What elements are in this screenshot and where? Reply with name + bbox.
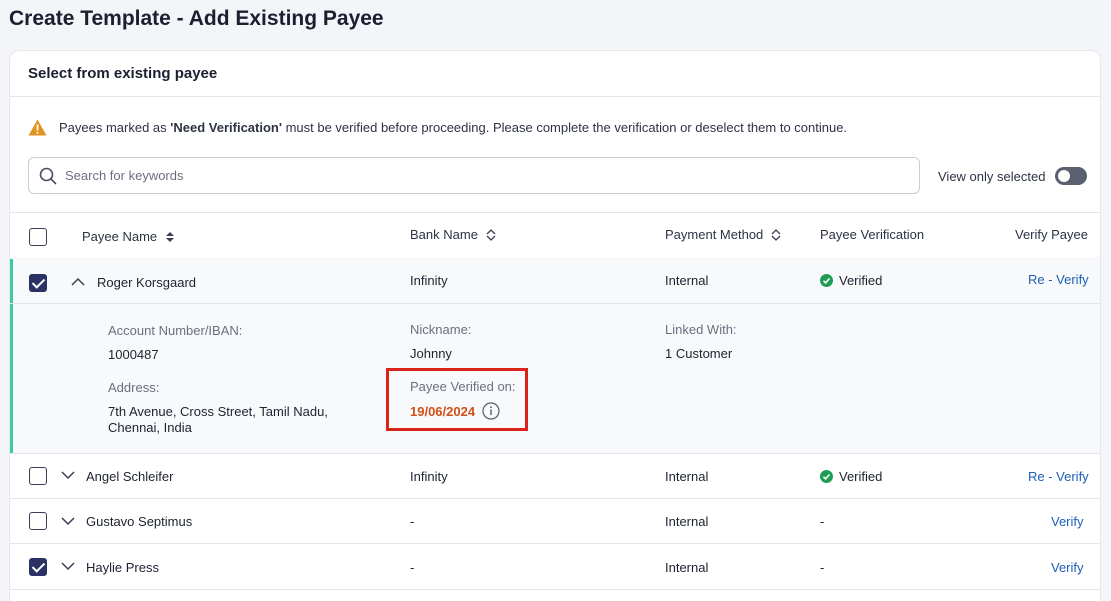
row-checkbox[interactable]	[29, 512, 47, 530]
row-bank-name: Infinity	[410, 469, 448, 484]
sort-icon	[486, 228, 496, 241]
row-checkbox[interactable]	[29, 467, 47, 485]
row-payee-name: Haylie Press	[86, 560, 159, 575]
table-top-divider	[10, 212, 1100, 213]
row-payment-method: Internal	[665, 514, 709, 529]
search-box[interactable]	[28, 157, 920, 194]
row-checkbox[interactable]	[29, 558, 47, 576]
address-line-1: 7th Avenue, Cross Street, Tamil Nadu,	[108, 404, 328, 419]
row-bank-name: -	[410, 514, 415, 529]
header-payment-method[interactable]: Payment Method	[665, 227, 781, 242]
verify-link[interactable]: Verify	[1051, 560, 1084, 575]
row-payment-method: Internal	[665, 273, 709, 288]
check-circle-icon	[820, 274, 833, 287]
view-selected-label: View only selected	[938, 168, 1046, 184]
verification-warning: Payees marked as 'Need Verification' mus…	[28, 119, 847, 136]
payee-card: Select from existing payee Payees marked…	[9, 50, 1101, 601]
warning-text: Payees marked as 'Need Verification' mus…	[59, 120, 848, 135]
row-divider	[10, 453, 1100, 454]
address-label: Address:	[108, 380, 160, 395]
row-verification-status: -	[820, 514, 825, 529]
selected-row-marker	[10, 259, 13, 453]
header-payee-verification: Payee Verification	[820, 227, 925, 242]
nickname-value: Johnny	[410, 346, 452, 361]
re-verify-link[interactable]: Re - Verify	[1028, 469, 1089, 484]
row-verification-status: Verified	[820, 469, 882, 484]
row-bank-name: Infinity	[410, 273, 448, 288]
nickname-label: Nickname:	[410, 322, 472, 337]
warning-icon	[28, 119, 47, 136]
highlight-box	[386, 368, 528, 431]
row-verification-status: Verified	[820, 273, 882, 288]
row-checkbox[interactable]	[29, 274, 47, 292]
chevron-down-icon[interactable]	[61, 562, 75, 571]
page-title: Create Template - Add Existing Payee	[9, 7, 384, 30]
row-bank-name: -	[410, 560, 415, 575]
row-inner-divider	[10, 303, 392, 304]
row-payment-method: Internal	[665, 469, 709, 484]
row-payee-name: Roger Korsgaard	[97, 275, 196, 290]
row-payee-name: Angel Schleifer	[86, 469, 174, 484]
address-line-2: Chennai, India	[108, 420, 192, 435]
search-icon	[39, 167, 57, 184]
card-divider	[10, 96, 1100, 97]
header-bank-name[interactable]: Bank Name	[410, 227, 496, 242]
check-circle-icon	[820, 470, 833, 483]
row-divider	[10, 589, 1100, 590]
sort-icon	[771, 228, 781, 241]
linked-with-value: 1 Customer	[665, 346, 733, 361]
header-verify-payee: Verify Payee	[1015, 227, 1088, 242]
verify-link[interactable]: Verify	[1051, 514, 1084, 529]
chevron-down-icon[interactable]	[61, 471, 75, 480]
card-title: Select from existing payee	[28, 65, 218, 82]
account-label: Account Number/IBAN:	[108, 323, 243, 338]
chevron-up-icon[interactable]	[71, 277, 85, 286]
view-selected-toggle[interactable]	[1055, 167, 1088, 185]
row-inner-divider	[392, 303, 1100, 304]
row-divider	[10, 543, 1100, 544]
row-payee-name: Gustavo Septimus	[86, 514, 193, 529]
chevron-down-icon[interactable]	[61, 517, 75, 526]
linked-with-label: Linked With:	[665, 322, 737, 337]
row-divider	[10, 498, 1100, 499]
header-payee-name[interactable]: Payee Name	[82, 229, 175, 244]
view-selected-toggle-group: View only selected	[938, 167, 1088, 185]
sort-icon	[166, 231, 175, 242]
select-all-checkbox[interactable]	[29, 228, 47, 246]
row-payment-method: Internal	[665, 560, 709, 575]
re-verify-link[interactable]: Re - Verify	[1028, 272, 1089, 287]
row-verification-status: -	[820, 560, 825, 575]
account-value: 1000487	[108, 347, 159, 362]
search-input[interactable]	[65, 168, 885, 183]
